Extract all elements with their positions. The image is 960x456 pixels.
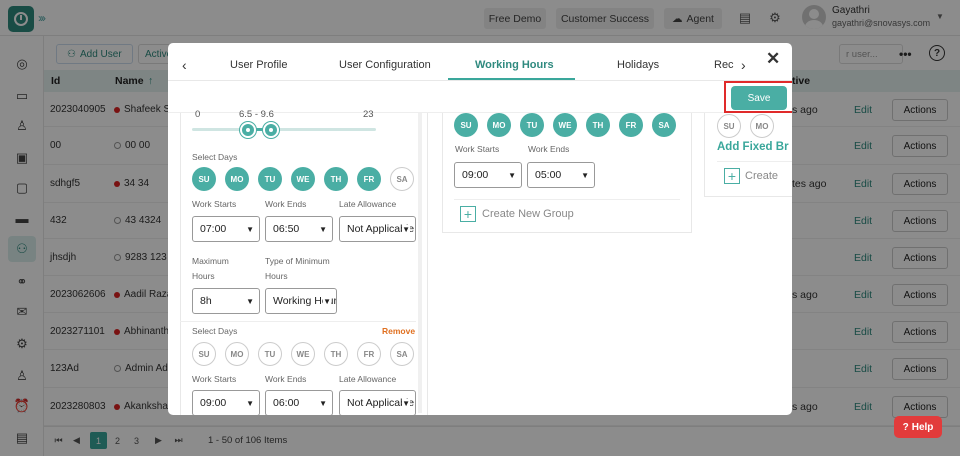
tab-user-configuration[interactable]: User Configuration	[339, 59, 431, 71]
day-toggle[interactable]: SA	[390, 342, 414, 366]
save-button[interactable]: Save	[731, 86, 787, 110]
day-toggle[interactable]: MO	[487, 113, 511, 137]
group-divider	[180, 321, 416, 322]
tab-holidays[interactable]: Holidays	[617, 59, 659, 71]
day-toggle[interactable]: SU	[717, 114, 741, 138]
day-toggle[interactable]: MO	[750, 114, 774, 138]
help-button[interactable]: ? Help	[894, 416, 942, 438]
close-icon[interactable]: ✕	[766, 49, 780, 69]
work-ends-label-2: Work Ends	[265, 374, 307, 384]
day-toggle[interactable]: TH	[324, 167, 348, 191]
create-new-group-link[interactable]: Create New Group	[482, 208, 574, 220]
late-allowance-label-2: Late Allowance	[339, 374, 397, 384]
chevron-left-icon[interactable]: ‹	[182, 57, 187, 73]
day-toggle[interactable]: WE	[291, 342, 315, 366]
create-link[interactable]: Create	[745, 170, 778, 182]
late-allowance-select[interactable]: Not Applicable ▼	[339, 216, 416, 242]
work-ends-select-2[interactable]: 06:00 ▼	[265, 390, 333, 415]
type-minimum-hours-label: Type of Minimum Hours	[265, 256, 330, 281]
day-toggle[interactable]: WE	[553, 113, 577, 137]
work-starts-value: 07:00	[200, 223, 227, 235]
work-ends-select-mid[interactable]: 05:00 ▼	[527, 162, 595, 188]
chevron-down-icon: ▼	[402, 399, 410, 408]
maximum-hours-select[interactable]: 8h ▼	[192, 288, 260, 314]
slider-range-label: 6.5 - 9.6	[239, 109, 274, 120]
work-ends-label: Work Ends	[265, 199, 307, 209]
chevron-down-icon: ▼	[246, 225, 254, 234]
chevron-right-icon[interactable]: ›	[738, 57, 749, 73]
chevron-down-icon: ▼	[319, 399, 327, 408]
work-ends-value-2: 06:00	[273, 397, 300, 409]
work-ends-value: 06:50	[273, 223, 300, 235]
tab-user-profile[interactable]: User Profile	[230, 59, 287, 71]
chevron-down-icon: ▼	[246, 297, 254, 306]
plus-icon-right[interactable]: +	[724, 168, 740, 184]
select-days-label-2: Select Days	[192, 326, 238, 336]
tab-rec[interactable]: Rec	[714, 59, 734, 71]
add-fixed-break-link[interactable]: Add Fixed Br	[717, 141, 789, 153]
right-divider	[717, 161, 792, 162]
day-toggle[interactable]: MO	[225, 167, 249, 191]
modal-tabs: ‹ User Profile User Configuration Workin…	[168, 43, 792, 81]
day-toggle[interactable]: FR	[357, 342, 381, 366]
work-starts-select[interactable]: 07:00 ▼	[192, 216, 260, 242]
day-toggle[interactable]: TU	[258, 342, 282, 366]
day-toggle[interactable]: SA	[390, 167, 414, 191]
work-ends-value-mid: 05:00	[535, 169, 562, 181]
day-toggle[interactable]: SU	[192, 342, 216, 366]
middle-divider	[454, 199, 680, 200]
slider-end-handle[interactable]	[263, 122, 279, 138]
chevron-down-icon: ▼	[581, 171, 589, 180]
day-toggle[interactable]: MO	[225, 342, 249, 366]
day-toggle[interactable]: TH	[324, 342, 348, 366]
day-toggle[interactable]: SU	[192, 167, 216, 191]
day-toggle[interactable]: SA	[652, 113, 676, 137]
day-toggle[interactable]: FR	[619, 113, 643, 137]
slider-max-label: 23	[363, 109, 374, 120]
question-icon: ?	[902, 421, 909, 433]
chevron-down-icon: ▼	[319, 225, 327, 234]
chevron-down-icon: ▼	[246, 399, 254, 408]
work-starts-select-mid[interactable]: 09:00 ▼	[454, 162, 522, 188]
day-toggle[interactable]: FR	[357, 167, 381, 191]
work-starts-label-2: Work Starts	[192, 374, 237, 384]
work-starts-value-2: 09:00	[200, 397, 227, 409]
select-days-label: Select Days	[192, 152, 238, 162]
left-panel-scrollbar[interactable]	[418, 113, 422, 413]
late-allowance-label: Late Allowance	[339, 199, 397, 209]
day-toggle[interactable]: SU	[454, 113, 478, 137]
edit-user-modal: ‹ User Profile User Configuration Workin…	[168, 43, 792, 415]
chevron-down-icon: ▼	[508, 171, 516, 180]
work-ends-label-mid: Work Ends	[528, 144, 570, 154]
late-allowance-select-2[interactable]: Not Applicable ▼	[339, 390, 416, 415]
slider-start-handle[interactable]	[240, 122, 256, 138]
work-starts-label-mid: Work Starts	[455, 144, 500, 154]
active-tab-indicator	[448, 78, 575, 80]
chevron-down-icon: ▼	[402, 225, 410, 234]
work-ends-select[interactable]: 06:50 ▼	[265, 216, 333, 242]
day-toggle[interactable]: WE	[291, 167, 315, 191]
work-starts-value-mid: 09:00	[462, 169, 489, 181]
slider-min-label: 0	[195, 109, 201, 120]
type-minimum-hours-select[interactable]: Working Hours ▼	[265, 288, 337, 314]
hours-slider-track[interactable]	[192, 128, 376, 131]
work-starts-select-2[interactable]: 09:00 ▼	[192, 390, 260, 415]
help-label: Help	[911, 421, 934, 433]
day-toggle[interactable]: TH	[586, 113, 610, 137]
remove-group-link[interactable]: Remove	[382, 326, 415, 336]
maximum-hours-value: 8h	[200, 295, 212, 307]
tab-working-hours[interactable]: Working Hours	[475, 59, 554, 71]
day-toggle[interactable]: TU	[520, 113, 544, 137]
day-toggle[interactable]: TU	[258, 167, 282, 191]
chevron-down-icon: ▼	[323, 297, 331, 306]
plus-icon[interactable]: +	[460, 206, 476, 222]
work-starts-label: Work Starts	[192, 199, 237, 209]
maximum-hours-label: Maximum Hours	[192, 256, 229, 281]
